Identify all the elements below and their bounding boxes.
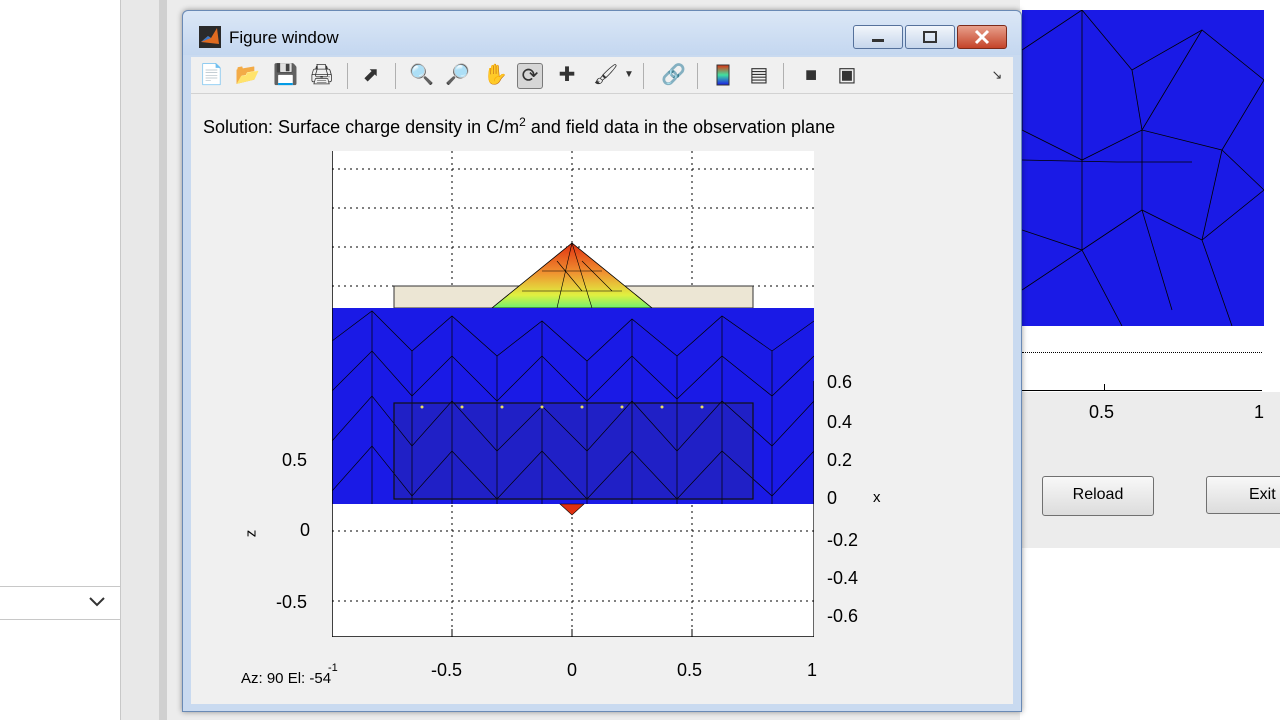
show-plot-tools-icon[interactable]: ▣ <box>835 63 859 87</box>
print-icon[interactable]: 🖨 <box>309 63 334 87</box>
background-mesh-plot <box>1021 9 1265 327</box>
background-grid-line <box>1022 352 1262 354</box>
exit-button[interactable]: Exit <box>1206 476 1280 514</box>
toolbar-separator <box>643 63 644 89</box>
legend-icon[interactable]: ▤ <box>747 63 771 87</box>
x3d-tick-label: 0.2 <box>827 450 853 470</box>
background-x-axis <box>1022 390 1262 391</box>
hide-plot-tools-icon[interactable]: ■ <box>799 63 823 87</box>
background-x-tick: 0.5 <box>1089 402 1115 422</box>
new-figure-icon[interactable]: 📄 <box>199 63 224 87</box>
background-tick-mark <box>1104 384 1105 390</box>
x-tick-label: -0.5 <box>431 660 463 680</box>
x3d-tick-label: -0.2 <box>827 530 859 550</box>
save-icon[interactable]: 💾 <box>273 63 298 87</box>
restore-icon <box>923 31 937 43</box>
figure-window-title: Figure window <box>229 28 339 47</box>
background-mesh-lines <box>1021 9 1265 327</box>
x-tick-label: 0.5 <box>677 660 703 680</box>
figure-window[interactable]: Figure window 📄 📂 💾 🖨 ⬈ 🔍 🔎 ✋ ⟳ ✚ 🖌 ▼ 🔗 … <box>182 10 1022 712</box>
figure-toolbar: 📄 📂 💾 🖨 ⬈ 🔍 🔎 ✋ ⟳ ✚ 🖌 ▼ 🔗 ▤ ■ ▣ ↘ <box>191 57 1013 94</box>
pan-hand-icon[interactable]: ✋ <box>483 63 508 87</box>
zoom-out-icon[interactable]: 🔎 <box>445 63 470 87</box>
reload-button[interactable]: Reload <box>1042 476 1154 516</box>
minimize-icon <box>872 39 884 42</box>
z-tick-label: 0.5 <box>282 450 308 470</box>
toolbar-separator <box>697 63 698 89</box>
background-x-tick: 1 <box>1254 402 1265 422</box>
dock-icon[interactable]: ↘ <box>985 63 1009 87</box>
plot-graphics <box>331 151 820 638</box>
x3d-tick-label: 0 <box>827 488 838 508</box>
data-cursor-icon[interactable]: ✚ <box>555 63 579 87</box>
left-gap <box>121 0 159 720</box>
x-tick-label: 0 <box>567 660 578 680</box>
x3d-tick-label: -0.6 <box>827 606 859 626</box>
z-tick-label: -0.5 <box>276 592 308 612</box>
restore-button[interactable] <box>905 25 955 49</box>
background-lower-panel <box>1020 548 1280 720</box>
x-tick-label: 1 <box>807 660 818 680</box>
x3d-tick-label: -0.4 <box>827 568 859 588</box>
x3d-tick-label: 0.4 <box>827 412 853 432</box>
toolbar-separator <box>347 63 348 89</box>
figure-titlebar[interactable]: Figure window <box>183 11 1021 55</box>
zoom-in-icon[interactable]: 🔍 <box>409 63 434 87</box>
z-axis-label: z <box>242 529 260 538</box>
brush-dropdown-icon[interactable]: ▼ <box>617 63 641 87</box>
minimize-button[interactable] <box>853 25 903 49</box>
matlab-logo-icon <box>199 26 221 48</box>
colorbar-icon[interactable] <box>711 63 735 87</box>
brush-icon[interactable]: 🖌 <box>593 63 618 87</box>
toolbar-separator <box>395 63 396 89</box>
window-border <box>159 0 167 720</box>
close-icon <box>974 29 990 45</box>
link-plot-icon[interactable]: 🔗 <box>661 63 686 87</box>
x3d-tick-label: 0.6 <box>827 372 853 392</box>
plot-axes[interactable] <box>331 151 820 638</box>
figure-heading: Solution: Surface charge density in C/m2… <box>203 115 836 137</box>
chevron-down-icon <box>89 597 105 607</box>
open-file-icon[interactable]: 📂 <box>235 63 260 87</box>
select-arrow-icon[interactable]: ⬈ <box>359 63 383 87</box>
z-tick-label: 0 <box>300 520 311 540</box>
close-button[interactable] <box>957 25 1007 49</box>
toolbar-separator <box>783 63 784 89</box>
left-dropdown[interactable] <box>0 586 120 620</box>
rotate-3d-icon[interactable]: ⟳ <box>517 63 543 89</box>
x3d-axis-label: x <box>873 489 881 506</box>
view-angle-readout: Az: 90 El: -54 <box>241 670 332 687</box>
